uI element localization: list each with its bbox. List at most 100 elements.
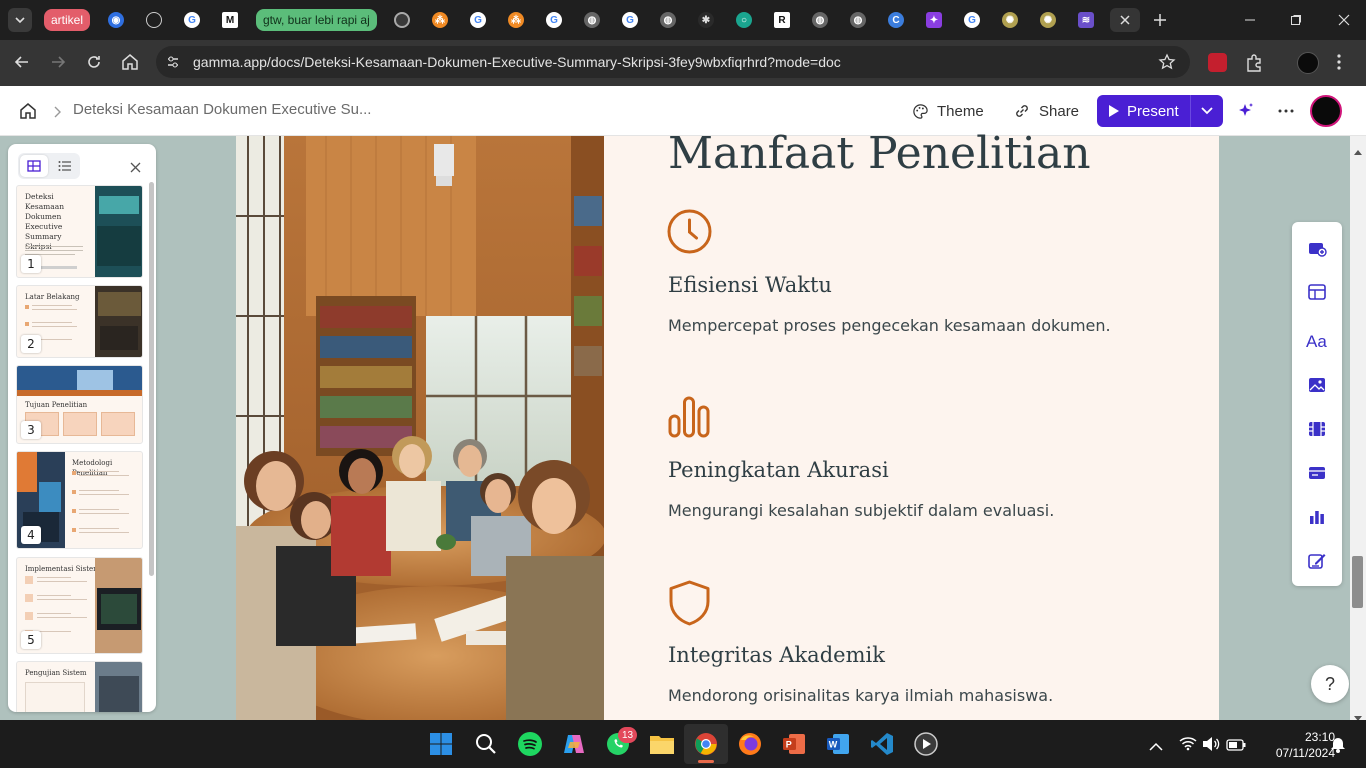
page-scrollbar[interactable] bbox=[1350, 136, 1366, 720]
tab-research[interactable]: R bbox=[770, 8, 794, 32]
extension-red-icon[interactable] bbox=[1208, 53, 1227, 72]
card-view-button[interactable] bbox=[20, 155, 48, 177]
more-options-button[interactable] bbox=[1278, 103, 1294, 123]
text-style-icon[interactable]: Aa bbox=[1306, 331, 1328, 351]
breadcrumb-doc-title[interactable]: Deteksi Kesamaan Dokumen Executive Su... bbox=[73, 101, 371, 118]
present-button[interactable]: Present bbox=[1097, 95, 1223, 127]
tab-maps[interactable]: ◉ bbox=[104, 8, 128, 32]
edit-form-icon[interactable] bbox=[1307, 551, 1327, 571]
forward-button[interactable] bbox=[48, 52, 68, 76]
scroll-up-arrow-icon[interactable] bbox=[1354, 140, 1362, 159]
thumbnail-slide-4[interactable]: Metodologi Penelitian 4 bbox=[16, 451, 143, 549]
minimize-button[interactable] bbox=[1238, 8, 1262, 32]
help-button[interactable]: ? bbox=[1311, 665, 1349, 703]
new-tab-button[interactable] bbox=[1148, 8, 1172, 32]
back-button[interactable] bbox=[12, 52, 32, 76]
volume-icon[interactable] bbox=[1202, 736, 1220, 756]
tab-google-2[interactable]: G bbox=[466, 8, 490, 32]
feature-description[interactable]: Mendorong orisinalitas karya ilmiah maha… bbox=[668, 686, 1053, 705]
purple-app-icon: ✦ bbox=[926, 12, 942, 28]
browser-menu-button[interactable] bbox=[1336, 52, 1342, 76]
home-nav-button[interactable] bbox=[18, 101, 38, 125]
thumbnail-slide-2[interactable]: Latar Belakang 2 bbox=[16, 285, 143, 358]
system-clock[interactable]: 23:10 07/11/2024 bbox=[1250, 729, 1335, 761]
tab-gamma-layers[interactable]: ≋ bbox=[1074, 8, 1098, 32]
chart-icon[interactable] bbox=[1307, 507, 1327, 527]
feature-title[interactable]: Peningkatan Akurasi bbox=[668, 458, 889, 482]
chevron-up-icon[interactable] bbox=[1149, 737, 1163, 756]
tab-medium[interactable]: M bbox=[218, 8, 242, 32]
tab-c[interactable]: C bbox=[884, 8, 908, 32]
feature-title[interactable]: Integritas Akademik bbox=[668, 643, 885, 667]
thumbnail-slide-6[interactable]: Pengujian Sistem bbox=[16, 661, 143, 712]
tab-globe-3[interactable]: ◍ bbox=[808, 8, 832, 32]
slide-heading[interactable]: Manfaat Penelitian bbox=[668, 128, 1091, 179]
taskbar-media-player[interactable] bbox=[913, 731, 939, 757]
tab-emblem-1[interactable]: ✺ bbox=[998, 8, 1022, 32]
scroll-thumb[interactable] bbox=[1352, 556, 1363, 608]
embed-icon[interactable] bbox=[1307, 463, 1327, 483]
theme-button[interactable]: Theme bbox=[912, 96, 984, 126]
site-info-icon[interactable] bbox=[165, 54, 181, 74]
globe-icon: ◍ bbox=[850, 12, 866, 28]
feature-title[interactable]: Efisiensi Waktu bbox=[668, 273, 832, 297]
taskbar-search[interactable] bbox=[473, 731, 499, 757]
tab-chrome-web[interactable] bbox=[390, 8, 414, 32]
notification-bell-icon[interactable] bbox=[1330, 735, 1346, 757]
profile-avatar[interactable] bbox=[1297, 52, 1319, 74]
reload-button[interactable] bbox=[84, 52, 104, 76]
extensions-puzzle-icon[interactable] bbox=[1244, 53, 1264, 77]
thumbnail-slide-1[interactable]: Deteksi Kesamaan Dokumen Executive Summa… bbox=[16, 185, 143, 278]
taskbar-powerpoint[interactable]: P bbox=[781, 731, 807, 757]
feature-description[interactable]: Mengurangi kesalahan subjektif dalam eva… bbox=[668, 501, 1054, 520]
tab-globe-4[interactable]: ◍ bbox=[846, 8, 870, 32]
tab-orange-1[interactable]: ⁂ bbox=[428, 8, 452, 32]
tab-emblem-2[interactable]: ✺ bbox=[1036, 8, 1060, 32]
thumbnail-slide-5[interactable]: Implementasi Sistem 5 bbox=[16, 557, 143, 654]
tab-search-button[interactable] bbox=[8, 8, 32, 32]
tab-purple[interactable]: ✦ bbox=[922, 8, 946, 32]
ai-sparkle-button[interactable] bbox=[1237, 102, 1255, 124]
tab-chatgpt[interactable] bbox=[142, 8, 166, 32]
thumbnail-slide-3[interactable]: Tujuan Penelitian 3 bbox=[16, 365, 143, 444]
url-text[interactable]: gamma.app/docs/Deteksi-Kesamaan-Dokumen-… bbox=[193, 54, 841, 70]
taskbar-vscode[interactable] bbox=[869, 731, 895, 757]
tab-google-5[interactable]: G bbox=[960, 8, 984, 32]
user-avatar[interactable] bbox=[1310, 95, 1342, 127]
tab-globe-2[interactable]: ◍ bbox=[656, 8, 680, 32]
home-button[interactable] bbox=[120, 52, 140, 76]
tab-group-artikel[interactable]: artikel bbox=[44, 9, 91, 31]
wifi-icon[interactable] bbox=[1179, 735, 1197, 755]
video-icon[interactable] bbox=[1307, 419, 1327, 439]
share-button[interactable]: Share bbox=[1013, 96, 1079, 126]
tab-globe-1[interactable]: ◍ bbox=[580, 8, 604, 32]
close-panel-button[interactable] bbox=[130, 158, 141, 177]
taskbar-firefox[interactable] bbox=[737, 731, 763, 757]
taskbar-file-explorer[interactable] bbox=[649, 731, 675, 757]
list-view-button[interactable] bbox=[52, 155, 78, 177]
tab-teal[interactable]: ○ bbox=[732, 8, 756, 32]
taskbar-chrome[interactable] bbox=[693, 731, 719, 757]
taskbar-copilot[interactable] bbox=[561, 731, 587, 757]
tab-google-4[interactable]: G bbox=[618, 8, 642, 32]
image-icon[interactable] bbox=[1307, 375, 1327, 395]
taskbar-spotify[interactable] bbox=[517, 731, 543, 757]
tab-google-3[interactable]: G bbox=[542, 8, 566, 32]
tab-group-gtw[interactable]: gtw, buar lebi rapi aj bbox=[256, 9, 377, 31]
chevron-down-icon[interactable] bbox=[1200, 105, 1214, 117]
start-button[interactable] bbox=[428, 731, 454, 757]
taskbar-word[interactable]: W bbox=[825, 731, 851, 757]
panel-scrollbar[interactable] bbox=[149, 182, 154, 576]
add-card-icon[interactable] bbox=[1307, 238, 1327, 258]
tab-active-close[interactable] bbox=[1110, 8, 1140, 32]
battery-icon[interactable] bbox=[1226, 737, 1246, 756]
layers-icon: ≋ bbox=[1078, 12, 1094, 28]
tab-orange-2[interactable]: ⁂ bbox=[504, 8, 528, 32]
window-close-button[interactable] bbox=[1332, 8, 1356, 32]
bookmark-star-icon[interactable] bbox=[1158, 53, 1176, 75]
tab-google-1[interactable]: G bbox=[180, 8, 204, 32]
layout-icon[interactable] bbox=[1307, 282, 1327, 302]
feature-description[interactable]: Mempercepat proses pengecekan kesamaan d… bbox=[668, 316, 1111, 335]
tab-bug[interactable]: ✱ bbox=[694, 8, 718, 32]
restore-button[interactable] bbox=[1284, 8, 1308, 32]
